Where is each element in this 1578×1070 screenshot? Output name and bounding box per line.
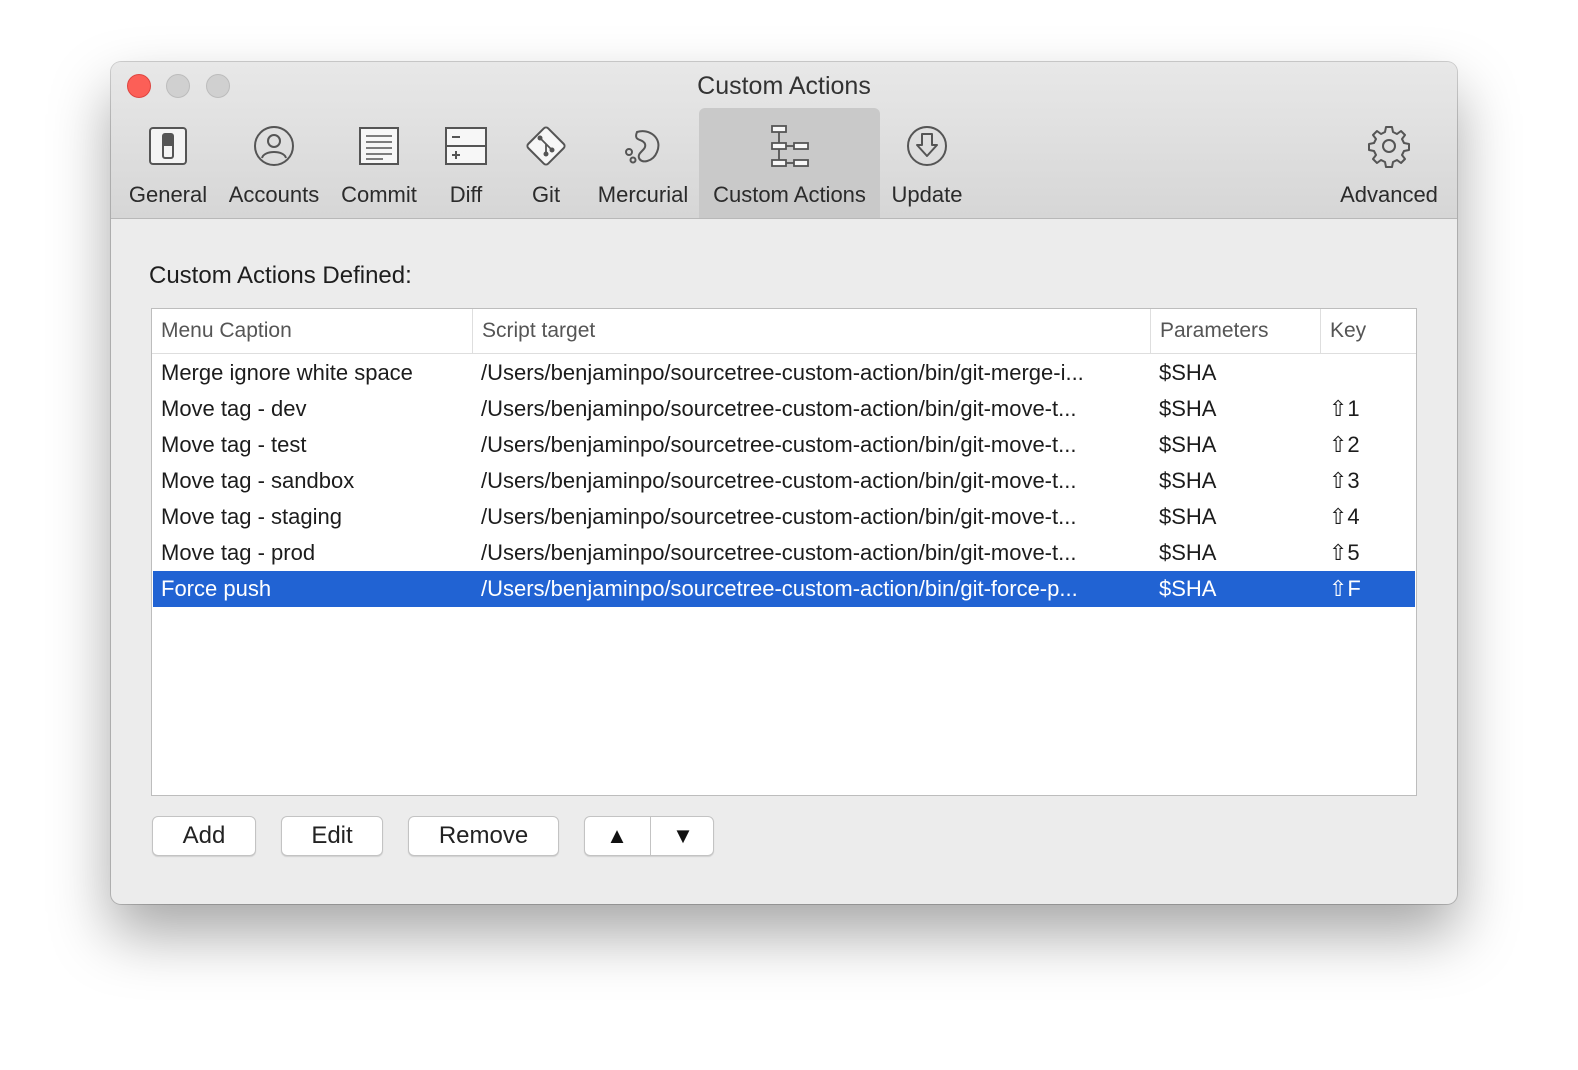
cell-menu-caption: Move tag - prod [161,540,316,565]
preferences-toolbar: Custom Actions General Accounts Commit D… [111,62,1457,219]
cell-parameters: $SHA [1159,540,1217,565]
preferences-window: Custom Actions General Accounts Commit D… [111,62,1457,904]
update-download-icon [903,122,951,170]
cell-key: ⇧4 [1329,504,1360,529]
edit-button[interactable]: Edit [281,816,383,856]
cell-menu-caption: Move tag - dev [161,396,307,421]
cell-key: ⇧3 [1329,468,1360,493]
cell-menu-caption: Merge ignore white space [161,360,413,385]
tab-commit[interactable]: Commit [333,108,425,218]
cell-menu-caption: Move tag - staging [161,504,342,529]
general-switch-icon [144,122,192,170]
cell-script-target: /Users/benjaminpo/sourcetree-custom-acti… [481,396,1077,421]
cell-menu-caption: Move tag - sandbox [161,468,355,493]
column-header-script-target[interactable]: Script target [472,309,1150,353]
cell-script-target: /Users/benjaminpo/sourcetree-custom-acti… [481,360,1084,385]
tab-label: Update [891,182,963,207]
cell-parameters: $SHA [1159,396,1217,421]
cell-parameters: $SHA [1159,504,1217,529]
column-header-menu-caption[interactable]: Menu Caption [152,309,472,353]
tab-mercurial[interactable]: Mercurial [591,108,695,218]
reorder-segmented-control: ▲ ▼ [584,816,714,856]
git-diamond-icon [522,122,570,170]
cell-key [1321,355,1415,391]
cell-key: ⇧2 [1329,432,1360,457]
custom-actions-table[interactable]: Menu Caption Script target Parameters Ke… [151,308,1417,796]
cell-parameters: $SHA [1159,432,1217,457]
cell-key: ⇧F [1329,576,1361,601]
tab-label: Commit [341,182,417,207]
cell-menu-caption: Move tag - test [161,432,307,457]
table-row[interactable]: Move tag - staging /Users/benjaminpo/sou… [153,499,1415,535]
cell-menu-caption: Force push [161,576,272,601]
cell-script-target: /Users/benjaminpo/sourcetree-custom-acti… [481,432,1077,457]
table-row[interactable]: Merge ignore white space /Users/benjamin… [153,355,1415,391]
commit-document-icon [355,122,403,170]
cell-script-target: /Users/benjaminpo/sourcetree-custom-acti… [481,576,1078,601]
table-row-selected[interactable]: Force push /Users/benjaminpo/sourcetree-… [153,571,1415,607]
cell-script-target: /Users/benjaminpo/sourcetree-custom-acti… [481,468,1077,493]
tab-diff[interactable]: Diff [429,108,503,218]
cell-parameters: $SHA [1159,576,1217,601]
tab-label: General [128,182,208,207]
tab-advanced[interactable]: Advanced [1333,108,1445,218]
tab-update[interactable]: Update [885,108,969,218]
table-header: Menu Caption Script target Parameters Ke… [152,309,1416,354]
table-row[interactable]: Move tag - dev /Users/benjaminpo/sourcet… [153,391,1415,427]
table-row[interactable]: Move tag - test /Users/benjaminpo/source… [153,427,1415,463]
tab-label: Mercurial [597,182,689,207]
table-row[interactable]: Move tag - sandbox /Users/benjaminpo/sou… [153,463,1415,499]
custom-actions-heading: Custom Actions Defined: [149,262,412,289]
remove-button[interactable]: Remove [408,816,559,856]
custom-actions-tree-icon [766,122,814,170]
tab-custom-actions[interactable]: Custom Actions [699,108,880,218]
tab-label: Advanced [1340,182,1438,207]
cell-script-target: /Users/benjaminpo/sourcetree-custom-acti… [481,540,1077,565]
table-row[interactable]: Move tag - prod /Users/benjaminpo/source… [153,535,1415,571]
cell-parameters: $SHA [1159,468,1217,493]
tab-git[interactable]: Git [509,108,583,218]
column-header-parameters[interactable]: Parameters [1150,309,1320,353]
move-up-button[interactable]: ▲ [585,817,649,855]
tab-general[interactable]: General [119,108,217,218]
mercurial-icon [619,122,667,170]
cell-key: ⇧1 [1329,396,1360,421]
add-button[interactable]: Add [152,816,256,856]
column-header-key[interactable]: Key [1320,309,1416,353]
window-title: Custom Actions [697,72,871,100]
tab-label: Diff [449,182,483,207]
gear-icon [1365,122,1413,170]
cell-key: ⇧5 [1329,540,1360,565]
move-down-button[interactable]: ▼ [650,817,715,855]
diff-icon [442,122,490,170]
accounts-person-icon [250,122,298,170]
tab-label: Custom Actions [713,182,866,207]
tab-accounts[interactable]: Accounts [219,108,329,218]
cell-parameters: $SHA [1159,360,1217,385]
tab-label: Accounts [228,182,320,207]
tab-label: Git [531,182,561,207]
cell-script-target: /Users/benjaminpo/sourcetree-custom-acti… [481,504,1077,529]
